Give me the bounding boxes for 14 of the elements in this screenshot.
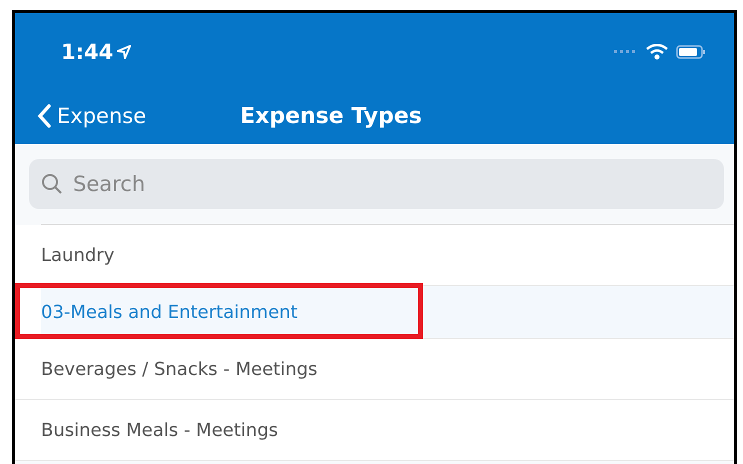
- chevron-left-icon: [37, 104, 51, 128]
- expense-type-item[interactable]: Laundry: [15, 225, 734, 286]
- signal-dots-icon: [614, 50, 638, 54]
- expense-type-item[interactable]: Business Meals - Meetings: [15, 400, 734, 461]
- search-field[interactable]: Search: [29, 159, 724, 209]
- back-button[interactable]: Expense: [37, 104, 146, 128]
- screen-title: Expense Types: [240, 104, 422, 128]
- search-icon: [41, 173, 63, 195]
- status-time: 1:44: [61, 40, 114, 64]
- wifi-icon: [646, 44, 668, 60]
- expense-type-item[interactable]: Beverages / Snacks - Meetings: [15, 339, 734, 400]
- location-arrow-icon: [117, 45, 132, 59]
- expense-type-item[interactable]: 03-Meals and Entertainment: [15, 286, 734, 339]
- battery-icon: [676, 45, 706, 59]
